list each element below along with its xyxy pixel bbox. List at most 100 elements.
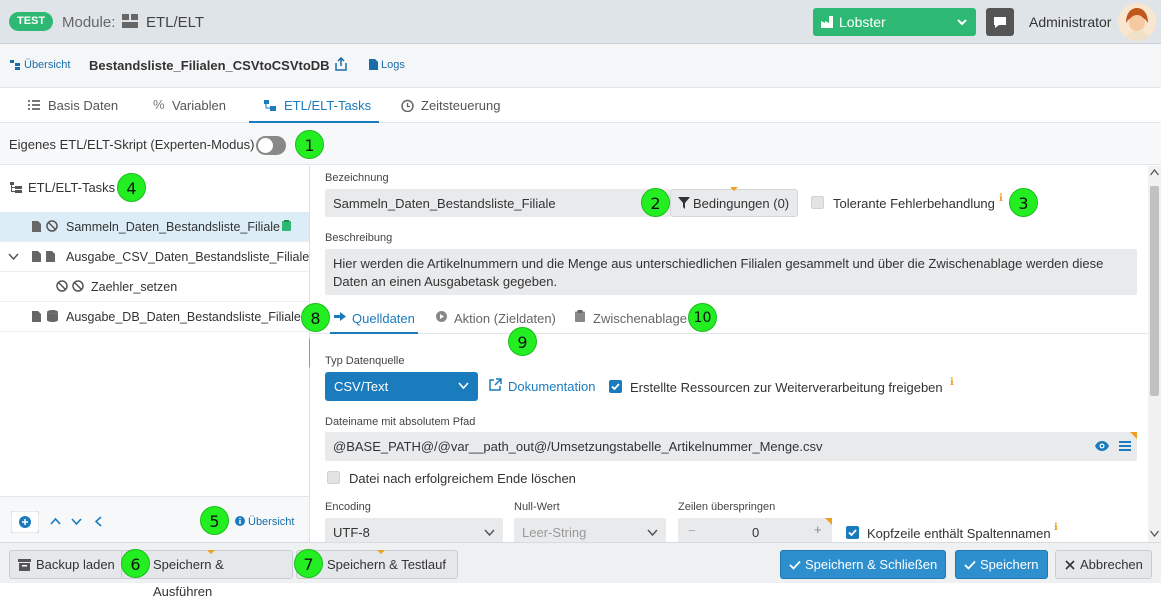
- chevron-down-icon: [647, 529, 658, 537]
- export-icon[interactable]: [334, 57, 348, 71]
- database-icon: [47, 310, 58, 322]
- file-icon: [32, 251, 41, 262]
- info-icon: ℹ: [1054, 522, 1058, 533]
- main-tabs: Basis Daten % Variablen ETL/ELT-Tasks Ze…: [0, 88, 1161, 123]
- logs-link[interactable]: Logs: [381, 59, 405, 71]
- save-label: Speichern: [980, 557, 1039, 572]
- chat-icon: [994, 17, 1006, 28]
- chevron-up-icon[interactable]: [50, 517, 61, 525]
- tree-item-zaehler[interactable]: Zaehler_setzen: [0, 272, 309, 302]
- bedingungen-button[interactable]: Bedingungen (0): [670, 189, 798, 217]
- kopfzeile-label: Kopfzeile enthält Spaltennamen: [867, 526, 1051, 541]
- bottom-action-bar: Backup laden Speichern & Ausführen Speic…: [0, 542, 1161, 599]
- cancel-button[interactable]: Abbrechen: [1055, 550, 1152, 579]
- subtab-zwischenablage[interactable]: Zwischenablage: [593, 311, 687, 326]
- marker-4: 4: [117, 173, 146, 202]
- external-link-icon: [489, 378, 502, 391]
- active-subtab-indicator: [330, 332, 418, 334]
- tree-item-ausgabe-db[interactable]: Ausgabe_DB_Daten_Bestandsliste_Filiale: [0, 302, 309, 332]
- module-label: Module:: [62, 14, 116, 31]
- add-icon[interactable]: [11, 511, 39, 533]
- tab-etl-tasks[interactable]: ETL/ELT-Tasks: [284, 98, 371, 113]
- tolerante-label: Tolerante Fehlerbehandlung: [833, 196, 995, 211]
- tab-basis-daten[interactable]: Basis Daten: [48, 98, 118, 113]
- tree-item-ausgabe-csv[interactable]: Ausgabe_CSV_Daten_Bestandsliste_Filiale: [0, 242, 309, 272]
- check-icon: [789, 560, 801, 570]
- chevron-left-icon[interactable]: [94, 516, 102, 527]
- bezeichnung-input[interactable]: Sammeln_Daten_Bestandsliste_Filiale: [325, 189, 670, 217]
- tolerante-checkbox[interactable]: [811, 196, 824, 209]
- expert-mode-label: Eigenes ETL/ELT-Skript (Experten-Modus): [9, 137, 255, 152]
- chevron-down-icon: [484, 529, 495, 537]
- tree-item-label: Zaehler_setzen: [91, 280, 178, 294]
- save-button[interactable]: Speichern: [955, 550, 1048, 579]
- arrow-right-icon: [334, 312, 346, 321]
- factory-icon: [821, 16, 833, 28]
- info-icon: ℹ: [950, 377, 954, 388]
- top-bar: TEST Module: ETL/ELT Lobster Administrat…: [0, 0, 1161, 44]
- marker-3: 3: [1009, 188, 1038, 217]
- tree-footer: Übersicht: [0, 496, 309, 542]
- freigeben-checkbox[interactable]: [609, 380, 622, 393]
- changed-indicator: [377, 550, 385, 554]
- marker-2: 2: [641, 188, 670, 217]
- tree-item-label: Ausgabe_CSV_Daten_Bestandsliste_Filiale: [66, 250, 310, 264]
- save-test-label: Speichern & Testlauf: [327, 557, 446, 572]
- disabled-icon: [46, 220, 58, 232]
- changed-corner: [825, 518, 832, 525]
- eye-icon[interactable]: [1095, 440, 1109, 452]
- disabled-icon: [56, 280, 68, 292]
- beschreibung-label: Beschreibung: [325, 232, 393, 244]
- tasks-icon: [264, 100, 276, 111]
- typ-datenquelle-label: Typ Datenquelle: [325, 355, 405, 367]
- loeschen-label: Datei nach erfolgreichem Ende löschen: [349, 471, 576, 486]
- clipboard-icon: [575, 310, 585, 322]
- freigeben-label: Erstellte Ressourcen zur Weiterverarbeit…: [630, 380, 943, 395]
- tree-header: ETL/ELT-Tasks: [28, 180, 116, 195]
- pfad-input[interactable]: @BASE_PATH@/@var__path_out@/Umsetzungsta…: [325, 432, 1137, 461]
- backup-button[interactable]: Backup laden: [9, 550, 124, 579]
- tab-zeitsteuerung[interactable]: Zeitsteuerung: [421, 98, 501, 113]
- chat-button[interactable]: [986, 8, 1014, 36]
- scrollbar-thumb[interactable]: [1150, 186, 1159, 396]
- tree-item-sammeln[interactable]: Sammeln_Daten_Bestandsliste_Filiale: [0, 212, 309, 242]
- pfad-label: Dateiname mit absolutem Pfad: [325, 416, 476, 428]
- avatar[interactable]: [1118, 3, 1156, 41]
- kopfzeile-checkbox[interactable]: [846, 526, 859, 539]
- changed-indicator: [207, 550, 215, 554]
- scroll-down-icon[interactable]: [1150, 530, 1159, 537]
- module-icon: [122, 14, 138, 28]
- file-icon: [46, 251, 55, 262]
- tab-variablen[interactable]: Variablen: [172, 98, 226, 113]
- user-name[interactable]: Administrator: [1029, 14, 1111, 30]
- stepper-plus[interactable]: +: [814, 522, 822, 537]
- bedingungen-label: Bedingungen (0): [693, 196, 790, 211]
- beschreibung-input[interactable]: Hier werden die Artikelnummern und die M…: [325, 249, 1137, 295]
- marker-1: 1: [295, 130, 324, 159]
- disabled-icon: [72, 280, 84, 292]
- typ-datenquelle-select[interactable]: CSV/Text: [325, 372, 478, 401]
- null-wert-label: Null-Wert: [514, 501, 560, 513]
- subtab-aktion[interactable]: Aktion (Zieldaten): [454, 311, 556, 326]
- chevron-down-icon[interactable]: [71, 518, 82, 526]
- zeilen-value: 0: [752, 525, 760, 540]
- scroll-up-icon[interactable]: [1150, 169, 1159, 176]
- save-close-label: Speichern & Schließen: [805, 557, 938, 572]
- dokumentation-link[interactable]: Dokumentation: [508, 379, 595, 394]
- loeschen-checkbox[interactable]: [327, 471, 340, 484]
- close-icon: [1065, 560, 1075, 570]
- overview-link[interactable]: Übersicht: [24, 59, 70, 71]
- filter-icon: [678, 197, 690, 209]
- menu-icon[interactable]: [1119, 441, 1131, 451]
- save-close-button[interactable]: Speichern & Schließen: [780, 550, 947, 579]
- marker-8: 8: [301, 303, 330, 332]
- tree-overview-link[interactable]: Übersicht: [248, 516, 294, 528]
- env-badge: TEST: [9, 12, 54, 31]
- chevron-down-icon[interactable]: [8, 253, 19, 261]
- tree-item-label: Sammeln_Daten_Bestandsliste_Filiale: [66, 220, 281, 234]
- mandant-select[interactable]: Lobster: [813, 8, 976, 36]
- stepper-minus[interactable]: −: [688, 523, 696, 538]
- subtab-quelldaten[interactable]: Quelldaten: [352, 311, 415, 326]
- expert-mode-toggle[interactable]: [256, 136, 286, 155]
- changed-corner: [1130, 432, 1137, 439]
